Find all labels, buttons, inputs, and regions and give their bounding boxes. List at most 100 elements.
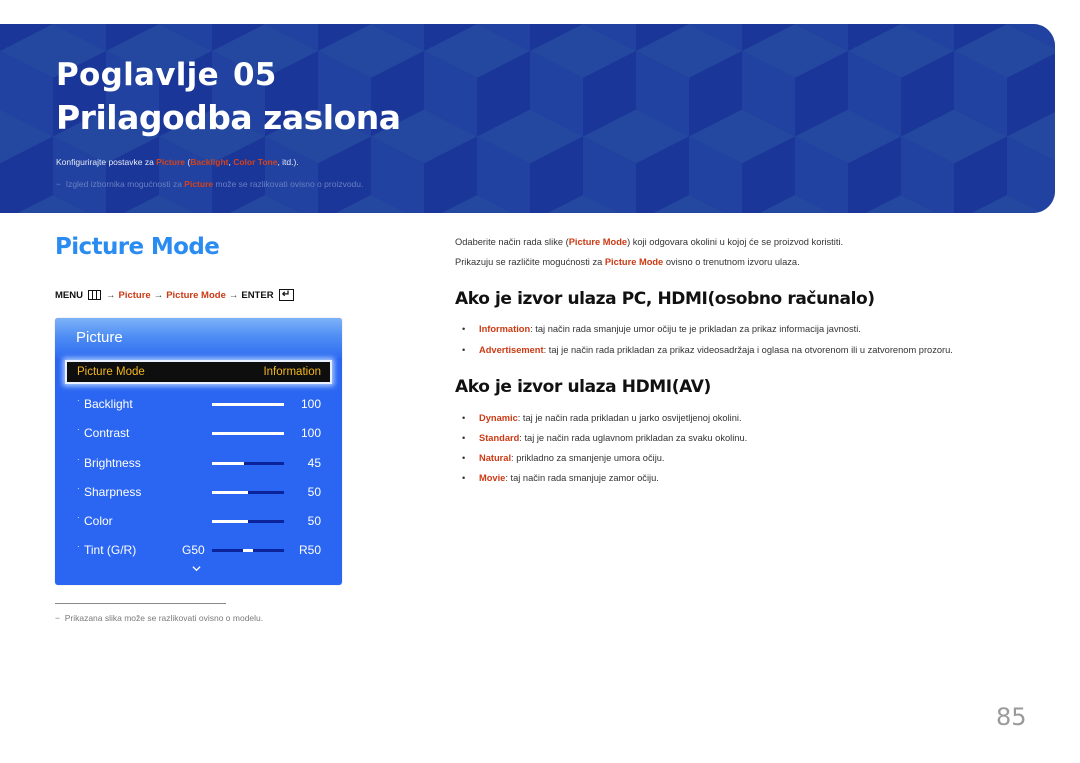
osd-item-brightness[interactable]: · Brightness 45 xyxy=(55,453,342,473)
desc-text: Konfigurirajte postavke za xyxy=(56,157,157,167)
slider-fill xyxy=(212,520,248,523)
pc-source-heading: Ako je izvor ulaza PC, HDMI(osobno račun… xyxy=(455,289,875,309)
mode-description: : prikladno za smanjenje umora očiju. xyxy=(511,453,665,463)
menu-label: MENU xyxy=(55,289,83,301)
term-picture-mode: Picture Mode xyxy=(568,237,628,247)
intro-text: Prikazuju se različite mogućnosti za xyxy=(455,257,605,267)
osd-item-label: Color xyxy=(84,514,113,528)
bullet-dot: · xyxy=(77,484,80,493)
bullet-icon: • xyxy=(462,473,466,483)
menu-path: MENU → Picture → Picture Mode → ENTER ↵ xyxy=(55,289,294,301)
osd-item-value: 100 xyxy=(300,397,321,411)
bullet-icon: • xyxy=(462,413,466,423)
av-source-heading: Ako je izvor ulaza HDMI(AV) xyxy=(455,377,711,397)
term-picture-mode: Picture Mode xyxy=(604,257,664,267)
arrow-icon: → xyxy=(105,289,116,301)
bullet-dot: · xyxy=(77,513,80,522)
footnote: − Prikazana slika može se razlikovati ov… xyxy=(55,613,263,623)
osd-item-label: Sharpness xyxy=(84,485,142,499)
desc-term-color-tone: Color Tone xyxy=(233,157,278,167)
bullet-icon: • xyxy=(462,324,466,334)
list-item: • Natural: prikladno za smanjenje umora o… xyxy=(462,453,665,463)
chapter-heading: Poglavlje 05 xyxy=(56,57,277,93)
menu-icon xyxy=(87,290,101,300)
arrow-icon: → xyxy=(228,289,239,301)
slider-bar[interactable] xyxy=(212,520,284,523)
chapter-description: Konfigurirajte postavke za Picture (Back… xyxy=(56,157,299,167)
osd-item-backlight[interactable]: · Backlight 100 xyxy=(55,394,342,414)
osd-item-label: Backlight xyxy=(84,397,133,411)
mode-term: Movie xyxy=(479,473,506,483)
tint-red-value: R50 xyxy=(298,543,321,557)
slider-fill xyxy=(212,491,248,494)
intro-text: ovisno o trenutnom izvoru ulaza. xyxy=(663,257,800,267)
chapter-note: − Izgled izbornika mogućnosti za Picture… xyxy=(56,179,363,189)
bullet-icon: • xyxy=(462,453,466,463)
desc-text: , itd.). xyxy=(277,157,299,167)
osd-item-label: Picture Mode xyxy=(77,366,145,378)
picture-osd-menu: Picture Picture Mode Information · Backl… xyxy=(55,318,342,585)
enter-icon: ↵ xyxy=(278,289,294,301)
osd-item-color[interactable]: · Color 50 xyxy=(55,511,342,531)
mode-term: Advertisement xyxy=(479,345,544,355)
footnote-text: Prikazana slika može se razlikovati ovis… xyxy=(64,613,264,623)
mode-description: : taj je način rada prikladan u jarko os… xyxy=(517,413,742,423)
list-item: • Movie: taj način rada smanjuje zamor oč… xyxy=(462,473,659,483)
tint-slider-bar[interactable] xyxy=(212,549,284,552)
osd-item-value: 50 xyxy=(307,485,321,499)
slider-fill xyxy=(212,432,284,435)
enter-label: ENTER xyxy=(241,289,274,301)
list-item: • Dynamic: taj je način rada prikladan u … xyxy=(462,413,742,423)
mode-description: : taj način rada smanjuje umor očiju te … xyxy=(530,324,861,334)
bullet-dot: · xyxy=(77,425,80,434)
bullet-dot: · xyxy=(77,455,80,464)
slider-bar[interactable] xyxy=(212,432,284,435)
slider-bar[interactable] xyxy=(212,462,284,465)
osd-title: Picture xyxy=(76,329,123,346)
mode-term: Natural xyxy=(479,453,512,463)
chevron-down-icon[interactable] xyxy=(192,564,201,573)
osd-item-contrast[interactable]: · Contrast 100 xyxy=(55,423,342,443)
intro-paragraph-1: Odaberite način rada slike (Picture Mode… xyxy=(455,237,843,247)
note-text: Izgled izbornika mogućnosti za xyxy=(65,179,185,189)
arrow-icon: → xyxy=(153,289,164,301)
chapter-title: Prilagodba zaslona xyxy=(56,98,401,137)
mode-description: : taj način rada smanjuje zamor očiju. xyxy=(505,473,659,483)
osd-item-sharpness[interactable]: · Sharpness 50 xyxy=(55,482,342,502)
tint-slider-thumb[interactable] xyxy=(243,549,253,552)
list-item: • Standard: taj je način rada uglavnom pr… xyxy=(462,433,747,443)
list-item: • Information: taj način rada smanjuje um… xyxy=(462,324,861,334)
bullet-dot: · xyxy=(77,396,80,405)
footnote-divider xyxy=(55,603,226,604)
slider-fill xyxy=(212,462,245,465)
mode-term: Dynamic xyxy=(479,413,518,423)
slider-bar[interactable] xyxy=(212,403,284,406)
list-item: • Advertisement: taj je način rada prikla… xyxy=(462,345,953,355)
note-term-picture: Picture xyxy=(184,179,214,189)
osd-item-label: Contrast xyxy=(84,426,130,440)
chapter-banner: Poglavlje 05 Prilagodba zaslona Konfiguri… xyxy=(0,24,1055,213)
slider-bar[interactable] xyxy=(212,491,284,494)
menu-path-picture: Picture xyxy=(118,289,151,301)
mode-term: Information xyxy=(479,324,531,334)
osd-item-picture-mode[interactable]: Picture Mode Information xyxy=(65,360,332,384)
footnote-dash: − xyxy=(55,613,60,623)
chapter-label: Poglavlje xyxy=(56,57,219,93)
osd-item-value: 100 xyxy=(300,426,321,440)
intro-text: Odaberite način rada slike ( xyxy=(455,237,569,247)
desc-term-picture: Picture xyxy=(156,157,185,167)
slider-fill xyxy=(212,403,284,406)
bullet-icon: • xyxy=(462,345,466,355)
bullet-dot: · xyxy=(77,542,80,551)
note-dash: − xyxy=(56,179,61,189)
osd-item-tint[interactable]: · Tint (G/R) G50 R50 xyxy=(55,540,342,560)
intro-paragraph-2: Prikazuju se različite mogućnosti za Pic… xyxy=(455,257,800,267)
chapter-number: 05 xyxy=(232,57,277,93)
osd-item-value: 45 xyxy=(307,456,321,470)
osd-item-label: Tint (G/R) xyxy=(84,543,137,557)
osd-item-value: 50 xyxy=(307,514,321,528)
mode-description: : taj je način rada prikladan za prikaz … xyxy=(543,345,953,355)
desc-term-backlight: Backlight xyxy=(190,157,229,167)
section-title: Picture Mode xyxy=(55,234,220,260)
osd-item-label: Brightness xyxy=(84,456,141,470)
